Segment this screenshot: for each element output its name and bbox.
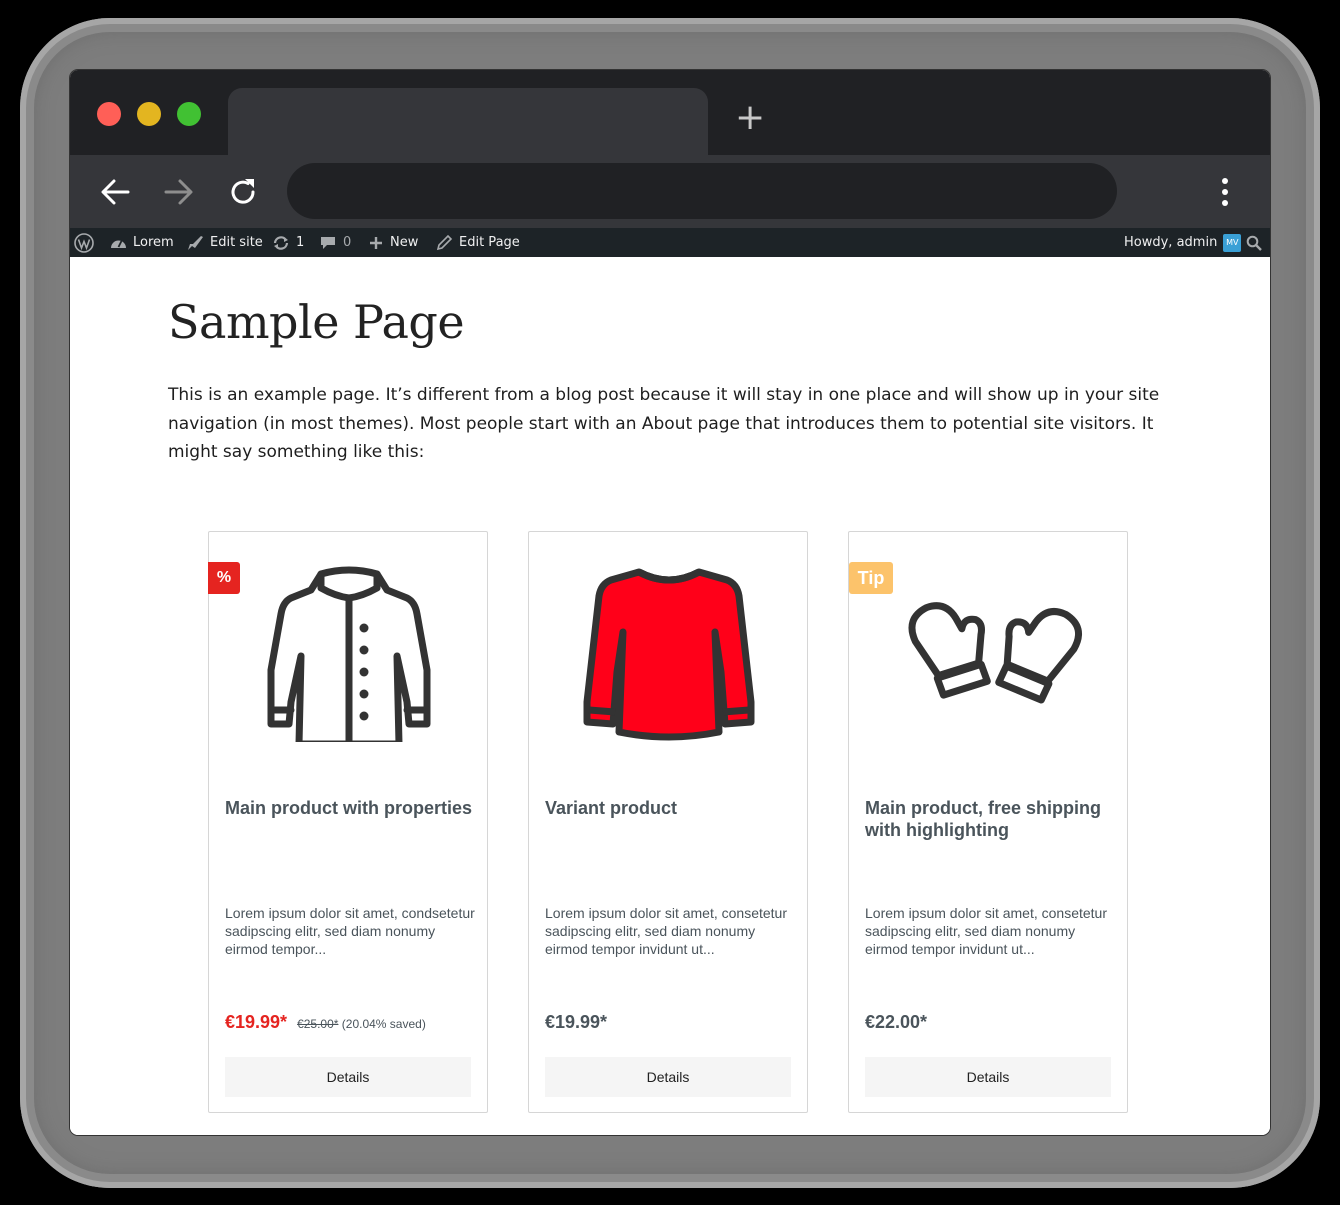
comments-link[interactable]: 0 <box>320 228 351 257</box>
updates-count: 1 <box>296 235 305 250</box>
product-description: Lorem ipsum dolor sit amet, consetetur s… <box>865 905 1107 957</box>
wp-logo-menu[interactable] <box>74 228 94 257</box>
tab-bar: + <box>70 70 1270 155</box>
edit-site-link[interactable]: Edit site <box>186 228 263 257</box>
product-description: Lorem ipsum dolor sit amet, condsetetur … <box>225 905 475 957</box>
price: €19.99* <box>545 1012 608 1032</box>
page-title: Sample Page <box>168 295 465 349</box>
wordpress-icon <box>74 232 94 253</box>
browser-window: + Lorem Edit site 1 0 New Edit Page Howd… <box>70 70 1270 1135</box>
updates-link[interactable]: 1 <box>272 228 304 257</box>
comments-count: 0 <box>343 235 352 250</box>
product-card[interactable]: Variant product Lorem ipsum dolor sit am… <box>528 531 808 1113</box>
brush-icon <box>188 235 203 250</box>
close-window-button[interactable] <box>97 102 121 126</box>
reload-icon[interactable] <box>226 175 260 209</box>
admin-search-button[interactable] <box>1246 228 1262 257</box>
old-price: €25.00* <box>297 1017 339 1031</box>
mittens-icon[interactable] <box>889 552 1089 742</box>
more-options-icon[interactable] <box>1214 175 1236 209</box>
dashboard-icon <box>111 240 126 248</box>
price-row: €19.99* €25.00* (20.04% saved) <box>225 1012 475 1033</box>
edit-site-label: Edit site <box>210 235 263 250</box>
updates-icon <box>273 235 289 250</box>
product-card[interactable]: Tip Main product, free shipping with hig… <box>848 531 1128 1113</box>
product-description: Lorem ipsum dolor sit amet, consetetur s… <box>545 905 787 957</box>
minimize-window-button[interactable] <box>137 102 161 126</box>
plus-icon <box>370 236 382 249</box>
pencil-icon <box>436 234 453 250</box>
maximize-window-button[interactable] <box>177 102 201 126</box>
sweater-icon[interactable] <box>569 552 769 742</box>
address-bar[interactable] <box>287 163 1117 219</box>
back-arrow-icon[interactable] <box>98 175 132 209</box>
details-button[interactable]: Details <box>225 1057 471 1097</box>
price: €22.00* <box>865 1012 928 1032</box>
avatar: MV <box>1223 233 1242 252</box>
site-name-label: Lorem <box>133 235 174 250</box>
browser-toolbar <box>70 155 1270 228</box>
price-row: €19.99* <box>545 1012 795 1033</box>
edit-page-link[interactable]: Edit Page <box>436 228 520 257</box>
jacket-icon[interactable] <box>249 552 449 742</box>
product-name[interactable]: Main product with properties <box>225 797 475 819</box>
greeting-label: Howdy, admin <box>1124 235 1218 250</box>
details-button[interactable]: Details <box>545 1057 791 1097</box>
saved-percent: (20.04% saved) <box>341 1017 426 1031</box>
page-content: Sample Page This is an example page. It’… <box>70 257 1270 1135</box>
product-name[interactable]: Variant product <box>545 797 795 819</box>
new-content-menu[interactable]: New <box>368 228 418 257</box>
active-tab[interactable] <box>228 88 708 155</box>
tip-badge: Tip <box>849 562 893 594</box>
search-icon <box>1246 235 1262 251</box>
forward-arrow-icon[interactable] <box>162 175 196 209</box>
site-name-menu[interactable]: Lorem <box>110 228 174 257</box>
new-label: New <box>390 235 419 250</box>
comment-icon <box>321 236 335 249</box>
page-intro: This is an example page. It’s different … <box>168 385 1160 462</box>
edit-page-label: Edit Page <box>459 235 520 250</box>
new-tab-button[interactable]: + <box>735 100 765 136</box>
price-row: €22.00* <box>865 1012 1115 1033</box>
details-button[interactable]: Details <box>865 1057 1111 1097</box>
product-name[interactable]: Main product, free shipping with highlig… <box>865 797 1115 841</box>
discount-badge: % <box>208 562 240 594</box>
product-card[interactable]: % Main product with properties Lorem ips… <box>208 531 488 1113</box>
my-account-menu[interactable]: Howdy, admin MV <box>1124 228 1242 257</box>
wp-admin-bar: Lorem Edit site 1 0 New Edit Page Howdy,… <box>70 228 1270 257</box>
sale-price: €19.99* <box>225 1012 288 1032</box>
list-price-info: €25.00* (20.04% saved) <box>297 1017 426 1031</box>
